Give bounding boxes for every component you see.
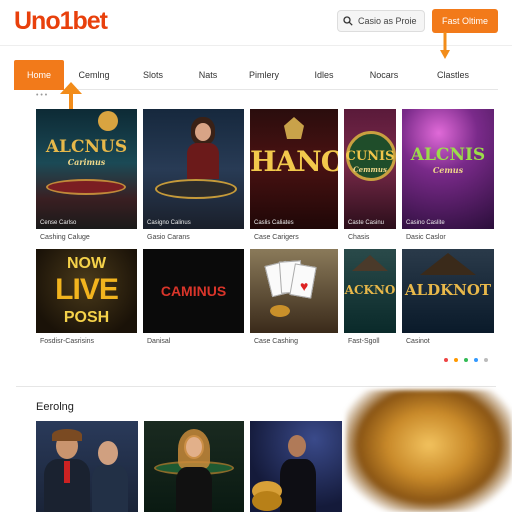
game-subtitle: Cemus [432, 165, 464, 175]
game-caption: Casino Caslite [406, 220, 445, 226]
game-thumbnail[interactable]: Casigno Calinus [143, 109, 244, 229]
search-box[interactable]: Casio as Proie [337, 10, 425, 32]
game-label: Fast-Sgoll [348, 338, 380, 345]
game-card[interactable]: ALCNUS Carimus Cense Carlso Cashing Calu… [36, 109, 137, 241]
game-title-2: LIVE [55, 273, 119, 306]
game-thumbnail[interactable]: ALCNIS Cemus Casino Caslite [402, 109, 494, 229]
game-card[interactable]: ACKNO Fast-Sgoll [344, 249, 396, 345]
nav-item-home[interactable]: Home [14, 59, 64, 90]
game-thumbnail[interactable]: NOW LIVE POSH [36, 249, 137, 333]
search-placeholder: Casio as Proie [358, 16, 417, 26]
game-title: CAMINUS [160, 283, 227, 299]
game-thumbnail[interactable]: ALDKNOT [402, 249, 494, 333]
pager-dot[interactable] [484, 358, 488, 362]
game-title: ALCNUS [45, 137, 128, 157]
game-title: HANO [250, 145, 338, 178]
game-label: Cashing Caluge [40, 234, 90, 241]
game-thumbnail[interactable] [144, 421, 244, 512]
site-logo[interactable]: Uno1bet [14, 7, 108, 36]
game-title-3: POSH [63, 309, 110, 326]
pager-dot[interactable] [464, 358, 468, 362]
game-card[interactable]: ALDKNOT Casinot [402, 249, 494, 345]
site-header: Uno1bet Casio as Proie Fast Oltime [0, 0, 512, 46]
game-label: Gasio Carans [147, 234, 190, 241]
game-row-2: NOW LIVE POSH Fosdisr-Casrisins CAMINUS … [36, 249, 494, 345]
game-caption: Cense Carlso [40, 220, 77, 226]
game-title: CUNIS [345, 149, 395, 164]
pager-dot[interactable] [454, 358, 458, 362]
game-card[interactable] [144, 421, 244, 512]
nav-item-clastles[interactable]: Clastles [414, 60, 492, 90]
game-card[interactable]: Casigno Calinus Gasio Carans [143, 109, 244, 241]
pager-dot[interactable] [474, 358, 478, 362]
pager-dot[interactable] [444, 358, 448, 362]
search-icon [343, 16, 353, 26]
game-caption: Caslis Caliates [254, 220, 294, 226]
game-thumbnail[interactable]: HANO Caslis Caliates [250, 109, 338, 229]
nav-item-slots[interactable]: Slots [124, 60, 182, 90]
arrow-up-icon [60, 82, 82, 112]
game-card[interactable]: HANO Caslis Caliates Case Carigers [250, 109, 338, 241]
game-label: Casinot [406, 338, 430, 345]
arrow-down-icon [440, 32, 450, 59]
game-label: Danisal [147, 338, 171, 345]
game-caption: Caste Casinu [348, 220, 385, 226]
game-thumbnail[interactable] [250, 421, 342, 512]
breadcrumb: • • • [36, 92, 48, 99]
section-divider [16, 386, 496, 387]
game-title: ALDKNOT [404, 281, 492, 299]
game-title: ALCNIS [410, 145, 486, 165]
nav-item-nats[interactable]: Nats [182, 60, 234, 90]
game-row-1: ALCNUS Carimus Cense Carlso Cashing Calu… [36, 109, 494, 241]
game-card[interactable]: NOW LIVE POSH Fosdisr-Casrisins [36, 249, 137, 345]
cta-button[interactable]: Fast Oltime [432, 9, 498, 33]
game-caption: Casigno Calinus [147, 220, 191, 226]
game-thumbnail[interactable] [36, 421, 138, 512]
game-thumbnail[interactable]: ACKNO [344, 249, 396, 333]
nav-item-pimlery[interactable]: Pimlery [234, 60, 294, 90]
nav-item-nocars[interactable]: Nocars [354, 60, 414, 90]
pager-dots [444, 358, 488, 362]
nav-item-idles[interactable]: Idles [294, 60, 354, 90]
game-thumbnail[interactable]: ♥ [250, 249, 338, 333]
game-label: Case Cashing [254, 338, 298, 345]
game-thumbnail[interactable]: CUNIS Cemmus Caste Casinu [344, 109, 396, 229]
game-card[interactable]: CUNIS Cemmus Caste Casinu Chasis [344, 109, 396, 241]
main-nav: Home Cemlng Slots Nats Pimlery Idles Noc… [14, 59, 498, 90]
game-label: Chasis [348, 234, 370, 241]
section-title: Eerolng [36, 401, 74, 413]
game-card[interactable] [36, 421, 138, 512]
game-card[interactable] [250, 421, 342, 512]
game-card[interactable]: ♥ Case Cashing [250, 249, 338, 345]
game-thumbnail[interactable]: CAMINUS [143, 249, 244, 333]
game-row-3 [36, 421, 342, 512]
game-title: ACKNO [344, 283, 396, 297]
game-thumbnail[interactable]: ALCNUS Carimus Cense Carlso [36, 109, 137, 229]
game-subtitle: Cemmus [353, 165, 387, 174]
game-label: Fosdisr-Casrisins [40, 338, 95, 345]
game-title: NOW [66, 255, 107, 272]
game-card[interactable]: ALCNIS Cemus Casino Caslite Dasic Caslor [402, 109, 494, 241]
game-subtitle: Carimus [67, 157, 106, 167]
game-label: Case Carigers [254, 234, 299, 241]
game-label: Dasic Caslor [406, 234, 446, 241]
chip-stack-image [346, 390, 512, 512]
game-card[interactable]: CAMINUS Danisal [143, 249, 244, 345]
